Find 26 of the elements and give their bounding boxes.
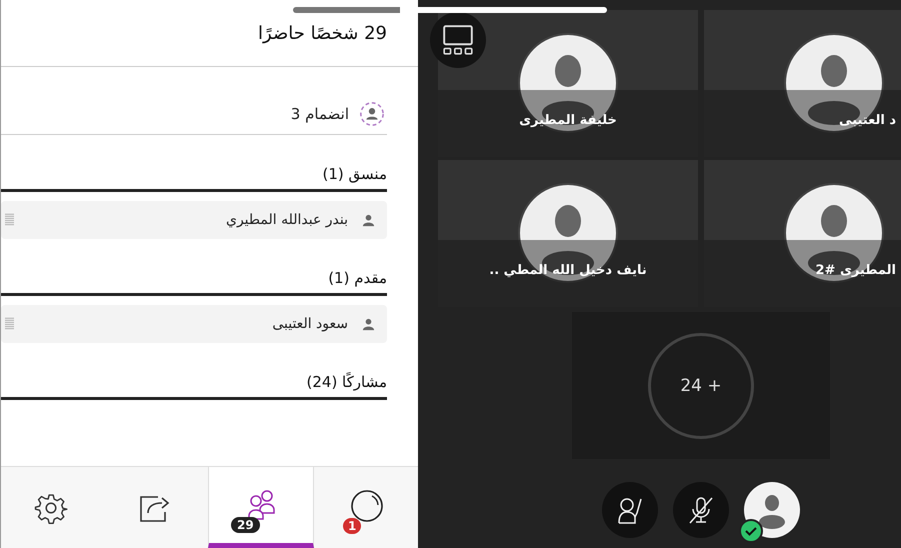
attendee-row[interactable]: سعود العتيبى: [1, 305, 387, 343]
attendee-row[interactable]: بندر عبدالله المطيري: [1, 201, 387, 239]
tab[interactable]: 1: [314, 467, 418, 548]
avatar-icon: [518, 33, 618, 133]
attendee-name: سعود العتيبى: [271, 316, 348, 332]
section-heading: مقدم (1): [1, 269, 387, 296]
joining-row[interactable]: انضمام 3: [1, 94, 387, 135]
layout-icon: [441, 23, 475, 57]
participant-name: د العتيبى: [839, 113, 896, 128]
person-icon: [362, 214, 375, 226]
participant-name: المطيرى #2: [816, 263, 896, 278]
count-badge: 1: [343, 518, 362, 534]
overflow-tile[interactable]: 24 +: [572, 312, 830, 459]
participant-name: نايف دخيل الله المطي ..: [489, 263, 647, 278]
joining-label: انضمام 3: [290, 105, 349, 123]
section-heading: مشاركًا (24): [1, 373, 387, 400]
dashed-person-icon: [359, 101, 385, 127]
attendee-name: بندر عبدالله المطيري: [225, 212, 348, 228]
section-heading: منسق (1): [1, 165, 387, 192]
participant-name: خليفة المطيرى: [519, 113, 617, 128]
person-icon: [362, 318, 375, 330]
count-badge: 29: [231, 517, 260, 533]
tab[interactable]: 29: [208, 467, 314, 548]
more-count: 24 +: [648, 332, 754, 438]
avatar-icon: [784, 33, 884, 133]
panel-title: 29 شخصًا حاضرًا: [258, 22, 387, 44]
